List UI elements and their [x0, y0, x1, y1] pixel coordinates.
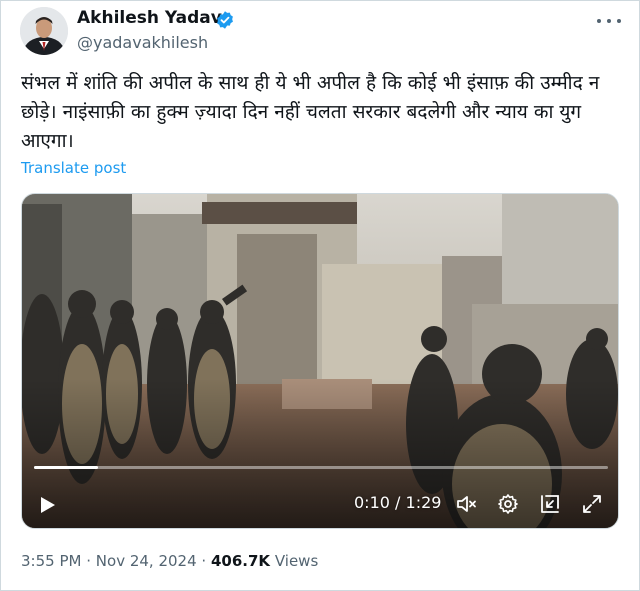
settings-icon[interactable] — [496, 492, 520, 516]
translate-post-link[interactable]: Translate post — [21, 159, 126, 177]
play-icon[interactable] — [36, 494, 58, 516]
video-frame — [22, 194, 618, 528]
fullscreen-icon[interactable] — [580, 492, 604, 516]
video-duration: 1:29 — [405, 493, 442, 512]
verified-badge-icon — [217, 11, 233, 29]
video-progress-bar[interactable] — [34, 466, 608, 469]
author-handle[interactable]: @yadavakhilesh — [77, 33, 208, 52]
video-time-separator: / — [395, 493, 401, 512]
video-time: 0:10 / 1:29 — [354, 493, 441, 512]
views-count: 406.7K — [210, 552, 271, 570]
meta-separator: · — [86, 552, 92, 570]
video-progress-fill — [34, 466, 99, 469]
tweet-text: संभल में शांति की अपील के साथ ही ये भी अ… — [21, 72, 600, 152]
meta-separator: · — [201, 552, 207, 570]
pip-icon[interactable] — [538, 492, 562, 516]
video-player[interactable]: 0:10 / 1:29 — [21, 193, 619, 529]
video-current-time: 0:10 — [354, 493, 390, 512]
author-name[interactable]: Akhilesh Yadav — [77, 8, 222, 28]
mute-icon[interactable] — [454, 492, 478, 516]
tweet-date[interactable]: Nov 24, 2024 — [96, 552, 197, 570]
tweet-meta: 3:55 PM · Nov 24, 2024 · 406.7K Views — [21, 552, 318, 570]
tweet-card: Akhilesh Yadav @yadavakhilesh संभल में श… — [0, 0, 640, 591]
more-icon[interactable] — [597, 11, 621, 31]
tweet-time[interactable]: 3:55 PM — [21, 552, 81, 570]
views-label: Views — [274, 552, 319, 570]
avatar[interactable] — [20, 7, 68, 55]
